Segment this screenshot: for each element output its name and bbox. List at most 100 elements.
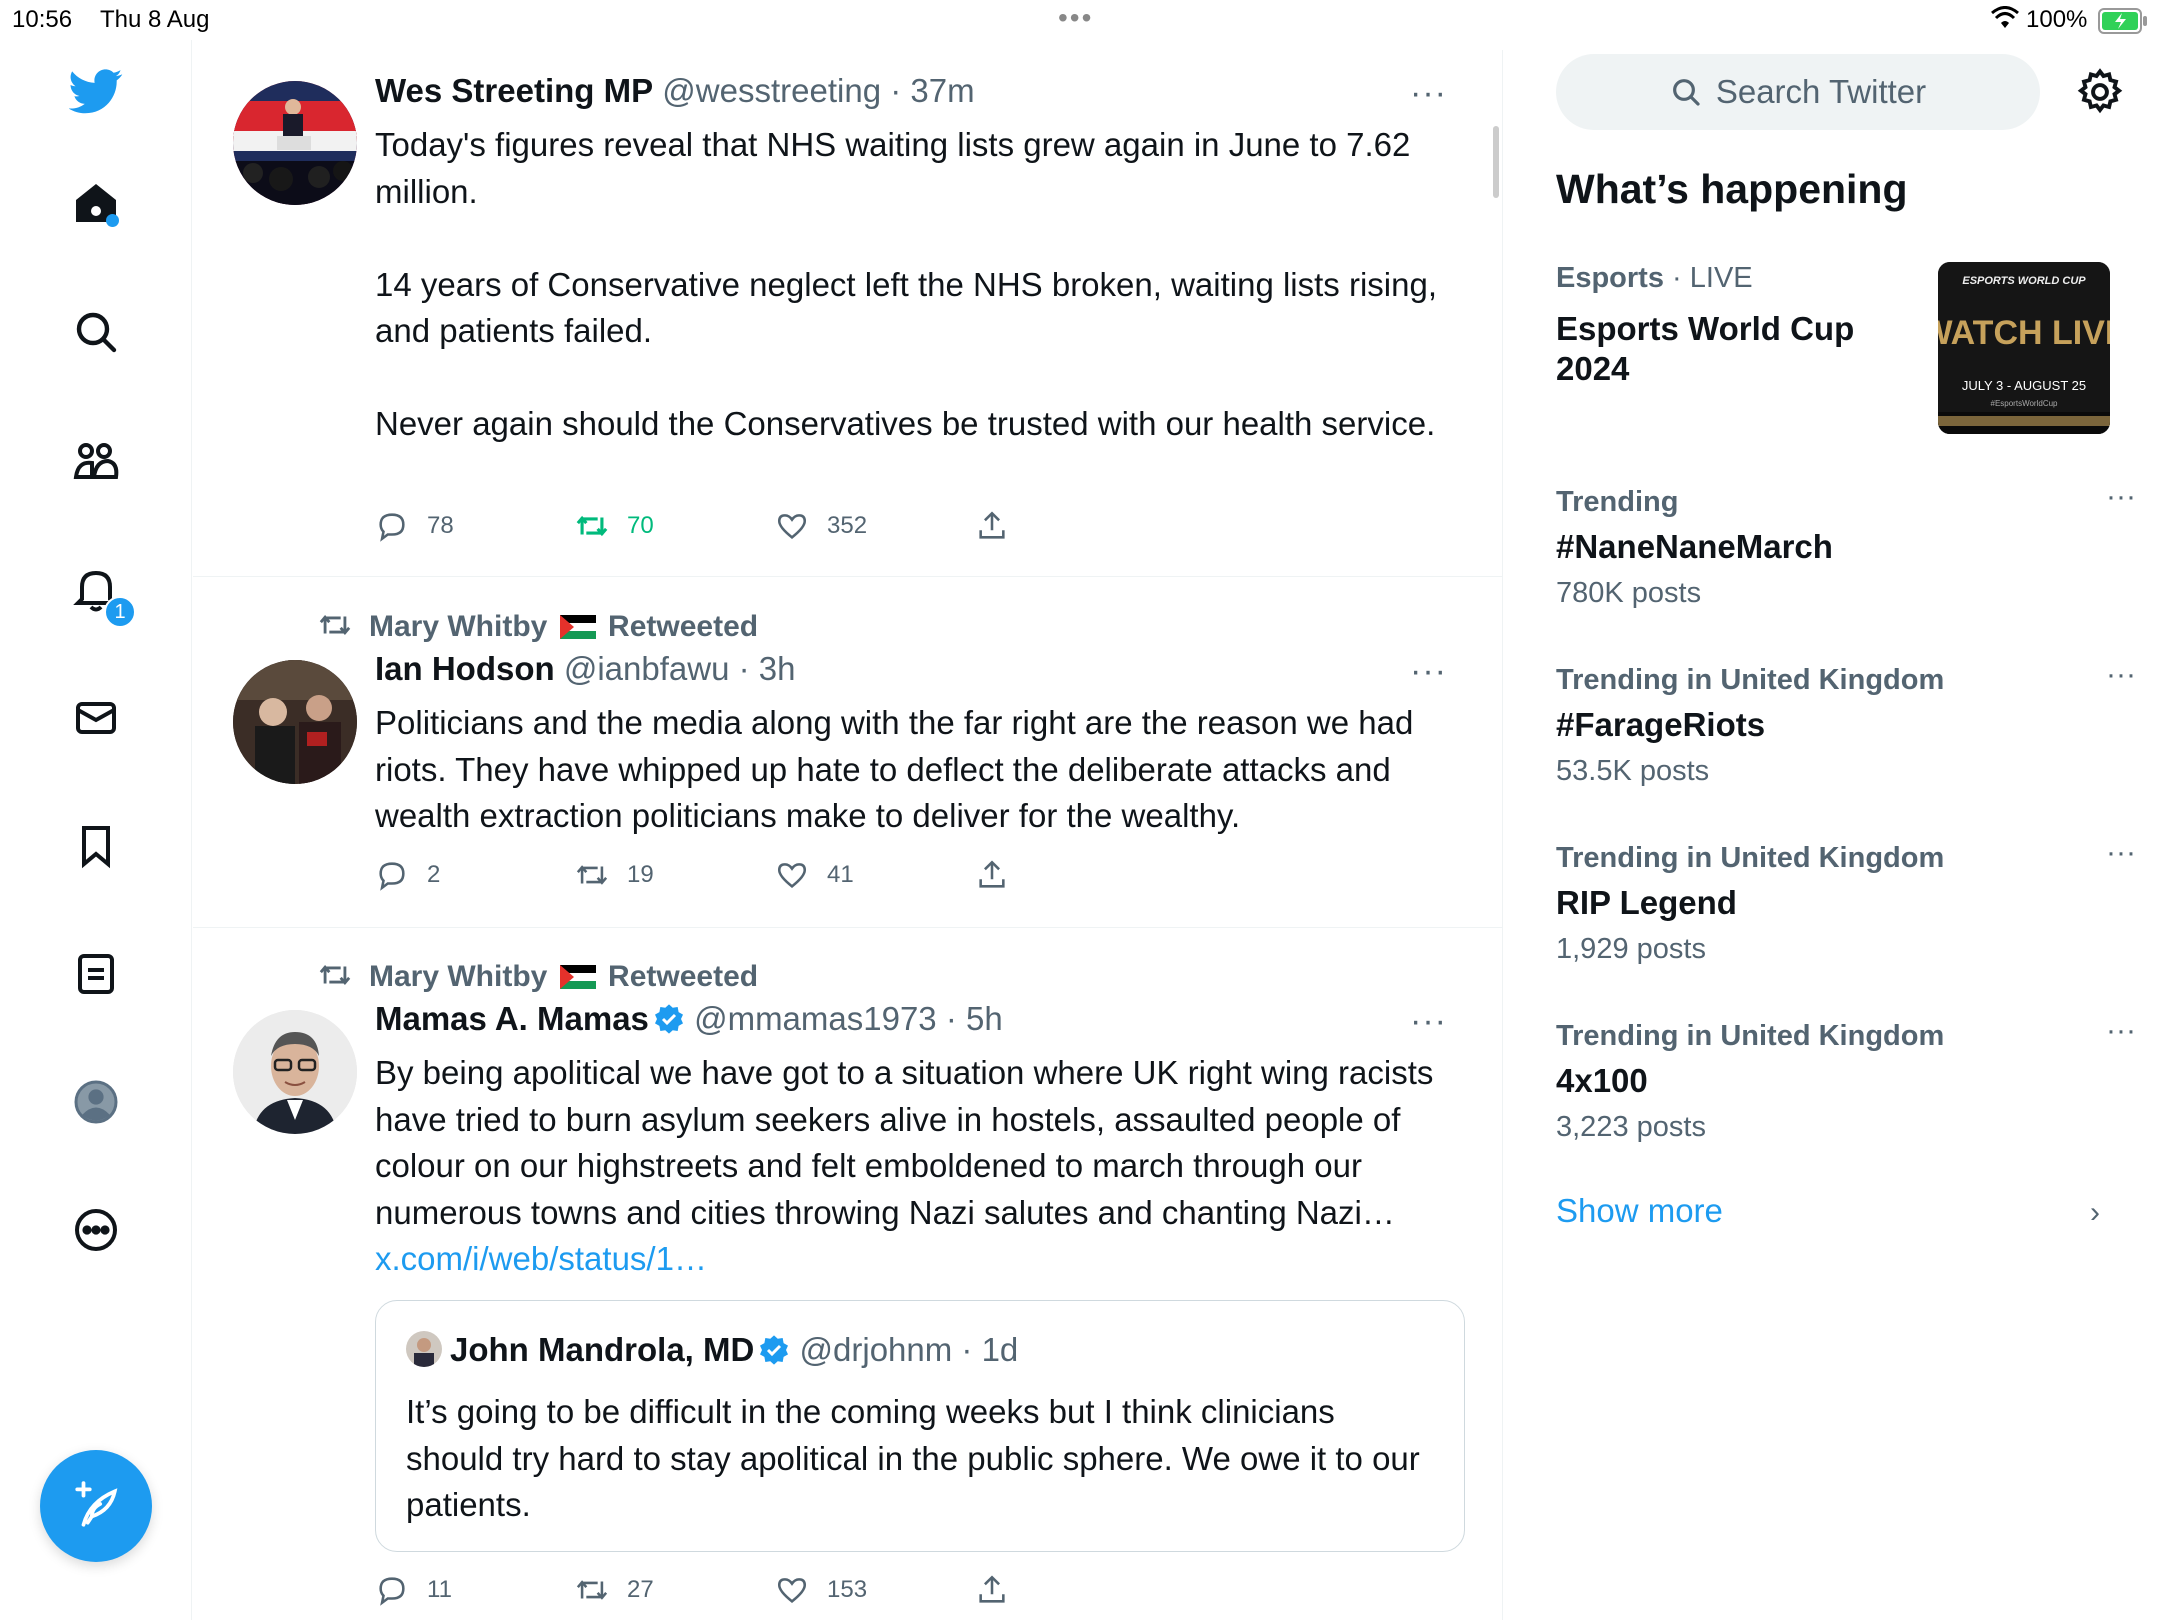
retweet-icon	[576, 1580, 608, 1600]
tweet-card[interactable]: Wes Streeting MP @wesstreeting · 37m ···…	[193, 50, 1503, 577]
trend-title: #FarageRiots	[1556, 706, 1766, 743]
trend-item[interactable]: Trending in United Kingdom RIP Legend 1,…	[1556, 836, 2136, 966]
tweet-actions: 78 70 352	[375, 509, 1075, 549]
quoted-timestamp[interactable]: · 1d	[961, 1331, 1018, 1368]
quoted-avatar[interactable]	[406, 1331, 442, 1367]
tweet-timestamp[interactable]: · 5h	[946, 1000, 1003, 1037]
multitask-dots-icon[interactable]: •••	[1058, 2, 1093, 34]
show-more-link[interactable]: Show more	[1556, 1192, 1723, 1230]
image-text-top: ESPORTS WORLD CUP	[1962, 275, 2086, 287]
trend-meta: Trending in United Kingdom	[1556, 842, 1945, 874]
trend-title: 4x100	[1556, 1062, 1648, 1099]
tweet-more-icon[interactable]: ···	[1410, 1002, 1447, 1041]
like-button[interactable]: 352	[775, 509, 867, 543]
tweet-card[interactable]: Mary Whitby Retweeted Ian Hodson @ianbfa…	[193, 578, 1503, 928]
quoted-tweet-text: It’s going to be difficult in the coming…	[406, 1393, 1420, 1523]
trend-meta: Trending in United Kingdom	[1556, 1020, 1945, 1052]
tweet-timestamp[interactable]: · 3h	[739, 650, 796, 687]
trend-more-icon[interactable]: ···	[2106, 1014, 2136, 1048]
trend-meta: Trending in United Kingdom	[1556, 664, 1945, 696]
trend-more-icon[interactable]: ···	[2106, 836, 2136, 870]
reply-icon	[379, 513, 405, 542]
home-icon[interactable]	[52, 160, 140, 248]
tweet-timestamp[interactable]: · 37m	[890, 72, 974, 109]
bookmarks-icon[interactable]	[52, 802, 140, 890]
more-options-icon[interactable]	[52, 1186, 140, 1274]
messages-mail-icon[interactable]	[52, 674, 140, 762]
trend-count: 3,223 posts	[1556, 1111, 1706, 1143]
chevron-right-icon[interactable]: ›	[2090, 1196, 2100, 1230]
live-label: · LIVE	[1672, 262, 1753, 294]
avatar[interactable]	[233, 81, 357, 205]
tweet-author-name[interactable]: Wes Streeting MP	[375, 72, 653, 109]
tweet-author-name[interactable]: Mamas A. Mamas	[375, 1000, 649, 1037]
esports-world-cup-image[interactable]: ESPORTS WORLD CUP WATCH LIVE JULY 3 - AU…	[1938, 262, 2110, 434]
retweeted-by-line: Mary Whitby Retweeted	[315, 958, 758, 994]
search-placeholder: Search Twitter	[1715, 73, 1927, 110]
retweet-icon	[319, 965, 351, 985]
tweet-author-handle[interactable]: @wesstreeting	[662, 72, 881, 109]
avatar[interactable]	[233, 660, 357, 784]
tweet-author-name[interactable]: Ian Hodson	[375, 650, 555, 687]
verified-badge-icon	[654, 1004, 683, 1034]
tweet-text-content: By being apolitical we have got to a sit…	[375, 1054, 1434, 1231]
right-sidebar: Search Twitter What’s happening Esports …	[1504, 40, 2160, 1620]
tweet-more-icon[interactable]: ···	[1410, 74, 1447, 113]
trend-item[interactable]: Trending #NaneNaneMarch 780K posts ···	[1556, 480, 2136, 610]
left-navigation: 1	[0, 40, 192, 1620]
status-bar: 10:56 Thu 8 Aug ••• 100%	[0, 0, 2160, 40]
tweet-link[interactable]: x.com/i/web/status/1…	[375, 1240, 707, 1277]
reply-button[interactable]: 2	[375, 858, 440, 892]
trend-item-esports[interactable]: Esports · LIVE Esports World Cup 2024	[1556, 262, 1936, 389]
trend-more-icon[interactable]: ···	[2106, 480, 2136, 514]
compose-tweet-button[interactable]	[40, 1450, 152, 1562]
like-button[interactable]: 41	[775, 858, 854, 892]
retweet-button[interactable]: 27	[575, 1573, 654, 1607]
retweeted-label: Retweeted	[608, 610, 759, 643]
like-count: 41	[827, 861, 854, 888]
profile-avatar-icon[interactable]	[52, 1058, 140, 1146]
retweeter-name[interactable]: Mary Whitby	[369, 610, 547, 643]
communities-icon[interactable]	[52, 417, 140, 505]
reply-icon	[379, 862, 405, 891]
retweet-button[interactable]: 19	[575, 858, 654, 892]
twitter-logo-icon[interactable]	[52, 47, 140, 135]
trend-count: 1,929 posts	[1556, 933, 1706, 965]
lists-icon[interactable]	[52, 930, 140, 1018]
tweet-author-handle[interactable]: @mmamas1973	[694, 1000, 937, 1037]
like-button[interactable]: 153	[775, 1573, 867, 1607]
quoted-author-handle[interactable]: @drjohnm	[800, 1331, 953, 1368]
trend-item[interactable]: Trending in United Kingdom #FarageRiots …	[1556, 658, 2136, 788]
trend-meta: Trending	[1556, 486, 1679, 518]
tweet-card[interactable]: Mary Whitby Retweeted Mamas A. Mamas @mm…	[193, 928, 1503, 1620]
quoted-author-name[interactable]: John Mandrola, MD	[450, 1331, 754, 1368]
share-button[interactable]	[975, 858, 1009, 892]
share-button[interactable]	[975, 1573, 1009, 1607]
retweet-icon	[319, 615, 351, 635]
wifi-icon	[1990, 6, 2020, 37]
quoted-tweet[interactable]: John Mandrola, MD @drjohnm · 1d It’s goi…	[375, 1300, 1465, 1552]
settings-gear-icon[interactable]	[2074, 66, 2126, 118]
trend-title: #NaneNaneMarch	[1556, 528, 1833, 565]
tweet-author-handle[interactable]: @ianbfawu	[564, 650, 730, 687]
trend-more-icon[interactable]: ···	[2106, 658, 2136, 692]
tweet-more-icon[interactable]: ···	[1410, 652, 1447, 691]
share-icon	[979, 860, 1005, 888]
trend-count: 53.5K posts	[1556, 755, 1710, 787]
share-button[interactable]	[975, 509, 1009, 543]
trend-count: 780K posts	[1556, 577, 1702, 609]
retweeter-name[interactable]: Mary Whitby	[369, 960, 547, 993]
reply-button[interactable]: 78	[375, 509, 454, 543]
like-count: 352	[827, 512, 868, 539]
home-unread-dot	[106, 214, 119, 227]
image-text-main: WATCH LIVE	[1938, 314, 2110, 352]
search-icon[interactable]	[52, 288, 140, 376]
avatar[interactable]	[233, 1010, 357, 1134]
retweeted-label: Retweeted	[608, 960, 759, 993]
search-icon	[1672, 79, 1700, 106]
trend-item[interactable]: Trending in United Kingdom 4x100 3,223 p…	[1556, 1014, 2136, 1144]
tweet-actions: 2 19 41	[375, 858, 1075, 898]
retweet-button[interactable]: 70	[575, 509, 654, 543]
search-twitter-input[interactable]: Search Twitter	[1556, 54, 2040, 130]
reply-button[interactable]: 11	[375, 1573, 452, 1607]
